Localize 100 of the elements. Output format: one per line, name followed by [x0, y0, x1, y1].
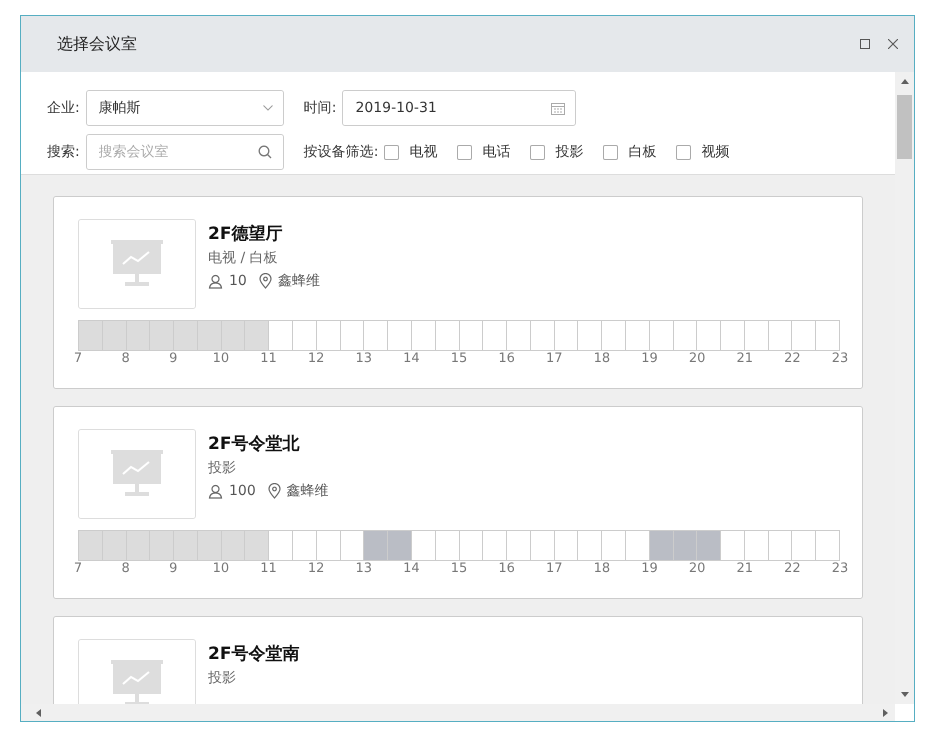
maximize-button[interactable]	[860, 39, 870, 49]
hour-label: 21	[735, 351, 754, 366]
hour-label: 22	[783, 351, 802, 366]
hour-label: 19	[640, 351, 659, 366]
hour-label: 15	[450, 351, 468, 366]
location-pin-icon	[258, 273, 272, 289]
room-name: 2F号令堂北	[208, 433, 300, 455]
hour-label: 18	[592, 351, 612, 366]
time-slot[interactable]	[174, 531, 198, 560]
hour-label: 11	[259, 351, 278, 366]
hour-label: 16	[497, 561, 516, 576]
time-slot[interactable]	[674, 531, 698, 560]
room-card[interactable]: 2F号令堂北 投影 100 鑫蜂维 7 8 9 10 11 12 13 14 15 16 17 18 19 20 21 22 23	[53, 406, 863, 599]
time-slot[interactable]	[102, 531, 127, 560]
hour-label: 15	[450, 561, 468, 576]
room-card[interactable]: 2F德望厅 电视 / 白板 10 鑫蜂维 7 8 9 10 11 12 13 14 15 16 17 18 19 20 21 22 23	[53, 196, 863, 389]
room-facilities: 投影	[208, 669, 237, 687]
room-location: 鑫蜂维	[286, 482, 329, 500]
time-slot[interactable]	[79, 531, 103, 560]
hour-label: 10	[212, 561, 230, 576]
equipment-checkbox[interactable]: 投影	[530, 143, 584, 161]
room-capacity: 10	[229, 273, 247, 289]
hour-label: 23	[830, 561, 850, 576]
time-slot[interactable]	[222, 531, 246, 560]
hour-label: 10	[212, 351, 230, 366]
scroll-arrow-icon[interactable]	[900, 691, 910, 698]
person-icon	[208, 274, 223, 288]
close-icon	[888, 39, 898, 49]
hour-label: 8	[120, 351, 131, 366]
hour-label: 20	[688, 351, 706, 366]
hour-label: 19	[640, 561, 659, 576]
location-pin-icon	[268, 483, 281, 499]
room-facilities: 投影	[208, 459, 237, 477]
time-slot[interactable]	[222, 321, 246, 350]
company-label: 企业:	[47, 99, 80, 117]
search-label: 搜索:	[47, 143, 80, 161]
presentation-board-icon	[111, 450, 163, 498]
hour-label: 12	[306, 351, 326, 366]
hour-label: 18	[592, 561, 612, 576]
time-slot[interactable]	[364, 531, 388, 560]
hour-label: 23	[830, 351, 850, 366]
time-slot[interactable]	[245, 321, 270, 350]
search-field[interactable]: 搜索会议室	[86, 134, 284, 170]
time-slot[interactable]	[245, 531, 270, 560]
presentation-board-icon	[111, 240, 163, 288]
person-icon	[208, 484, 223, 498]
search-icon	[258, 145, 272, 159]
time-slot[interactable]	[198, 321, 222, 350]
time-slot[interactable]	[697, 531, 722, 560]
hour-label: 17	[544, 351, 564, 366]
vertical-scrollbar[interactable]	[895, 72, 914, 704]
scroll-arrow-icon[interactable]	[882, 708, 889, 718]
room-card[interactable]: 2F号令堂南 投影	[53, 616, 863, 704]
maximize-icon	[860, 39, 870, 49]
time-slot[interactable]	[388, 531, 412, 560]
hour-label: 7	[72, 561, 84, 576]
company-dropdown[interactable]: 康帕斯	[86, 90, 284, 126]
hour-label: 11	[259, 561, 278, 576]
window-title: 选择会议室	[57, 34, 138, 54]
time-slot[interactable]	[174, 321, 198, 350]
date-field[interactable]: 2019-10-31	[342, 90, 576, 126]
time-slot[interactable]	[102, 321, 127, 350]
chevron-down-icon	[262, 105, 273, 111]
equipment-filter-label: 按设备筛选:	[304, 143, 378, 161]
hour-label: 9	[168, 561, 178, 576]
time-slot[interactable]	[650, 531, 674, 560]
scroll-arrow-icon[interactable]	[35, 708, 42, 718]
scrollbar-thumb[interactable]	[897, 95, 912, 159]
room-name: 2F号令堂南	[208, 643, 300, 665]
hour-label: 12	[306, 561, 326, 576]
hour-label: 13	[354, 561, 374, 576]
equipment-checkbox[interactable]: 视频	[676, 143, 730, 161]
time-slot[interactable]	[150, 531, 174, 560]
room-location: 鑫蜂维	[278, 272, 320, 290]
time-slot[interactable]	[126, 321, 150, 350]
hour-label: 8	[120, 561, 131, 576]
room-facilities: 电视 / 白板	[208, 249, 279, 267]
hour-label: 13	[354, 351, 374, 366]
time-slot[interactable]	[150, 321, 174, 350]
time-label: 时间:	[304, 99, 336, 117]
hour-label: 14	[402, 351, 421, 366]
scroll-arrow-icon[interactable]	[900, 78, 910, 85]
horizontal-scrollbar[interactable]	[21, 704, 914, 721]
hour-label: 16	[497, 351, 516, 366]
hour-label: 14	[402, 561, 421, 576]
equipment-checkbox[interactable]: 白板	[603, 143, 656, 161]
equipment-checkbox[interactable]: 电话	[457, 143, 510, 161]
presentation-board-icon	[111, 660, 163, 704]
hour-label: 17	[544, 561, 564, 576]
hour-label: 21	[735, 561, 754, 576]
hour-label: 7	[72, 351, 84, 366]
equipment-checkbox[interactable]: 电视	[384, 143, 438, 161]
hour-label: 22	[783, 561, 802, 576]
close-button[interactable]	[888, 39, 898, 49]
time-slot[interactable]	[198, 531, 222, 560]
time-slot[interactable]	[126, 531, 150, 560]
time-slot[interactable]	[79, 321, 103, 350]
hour-label: 9	[168, 351, 178, 366]
room-capacity: 100	[229, 483, 256, 499]
hour-label: 20	[688, 561, 706, 576]
